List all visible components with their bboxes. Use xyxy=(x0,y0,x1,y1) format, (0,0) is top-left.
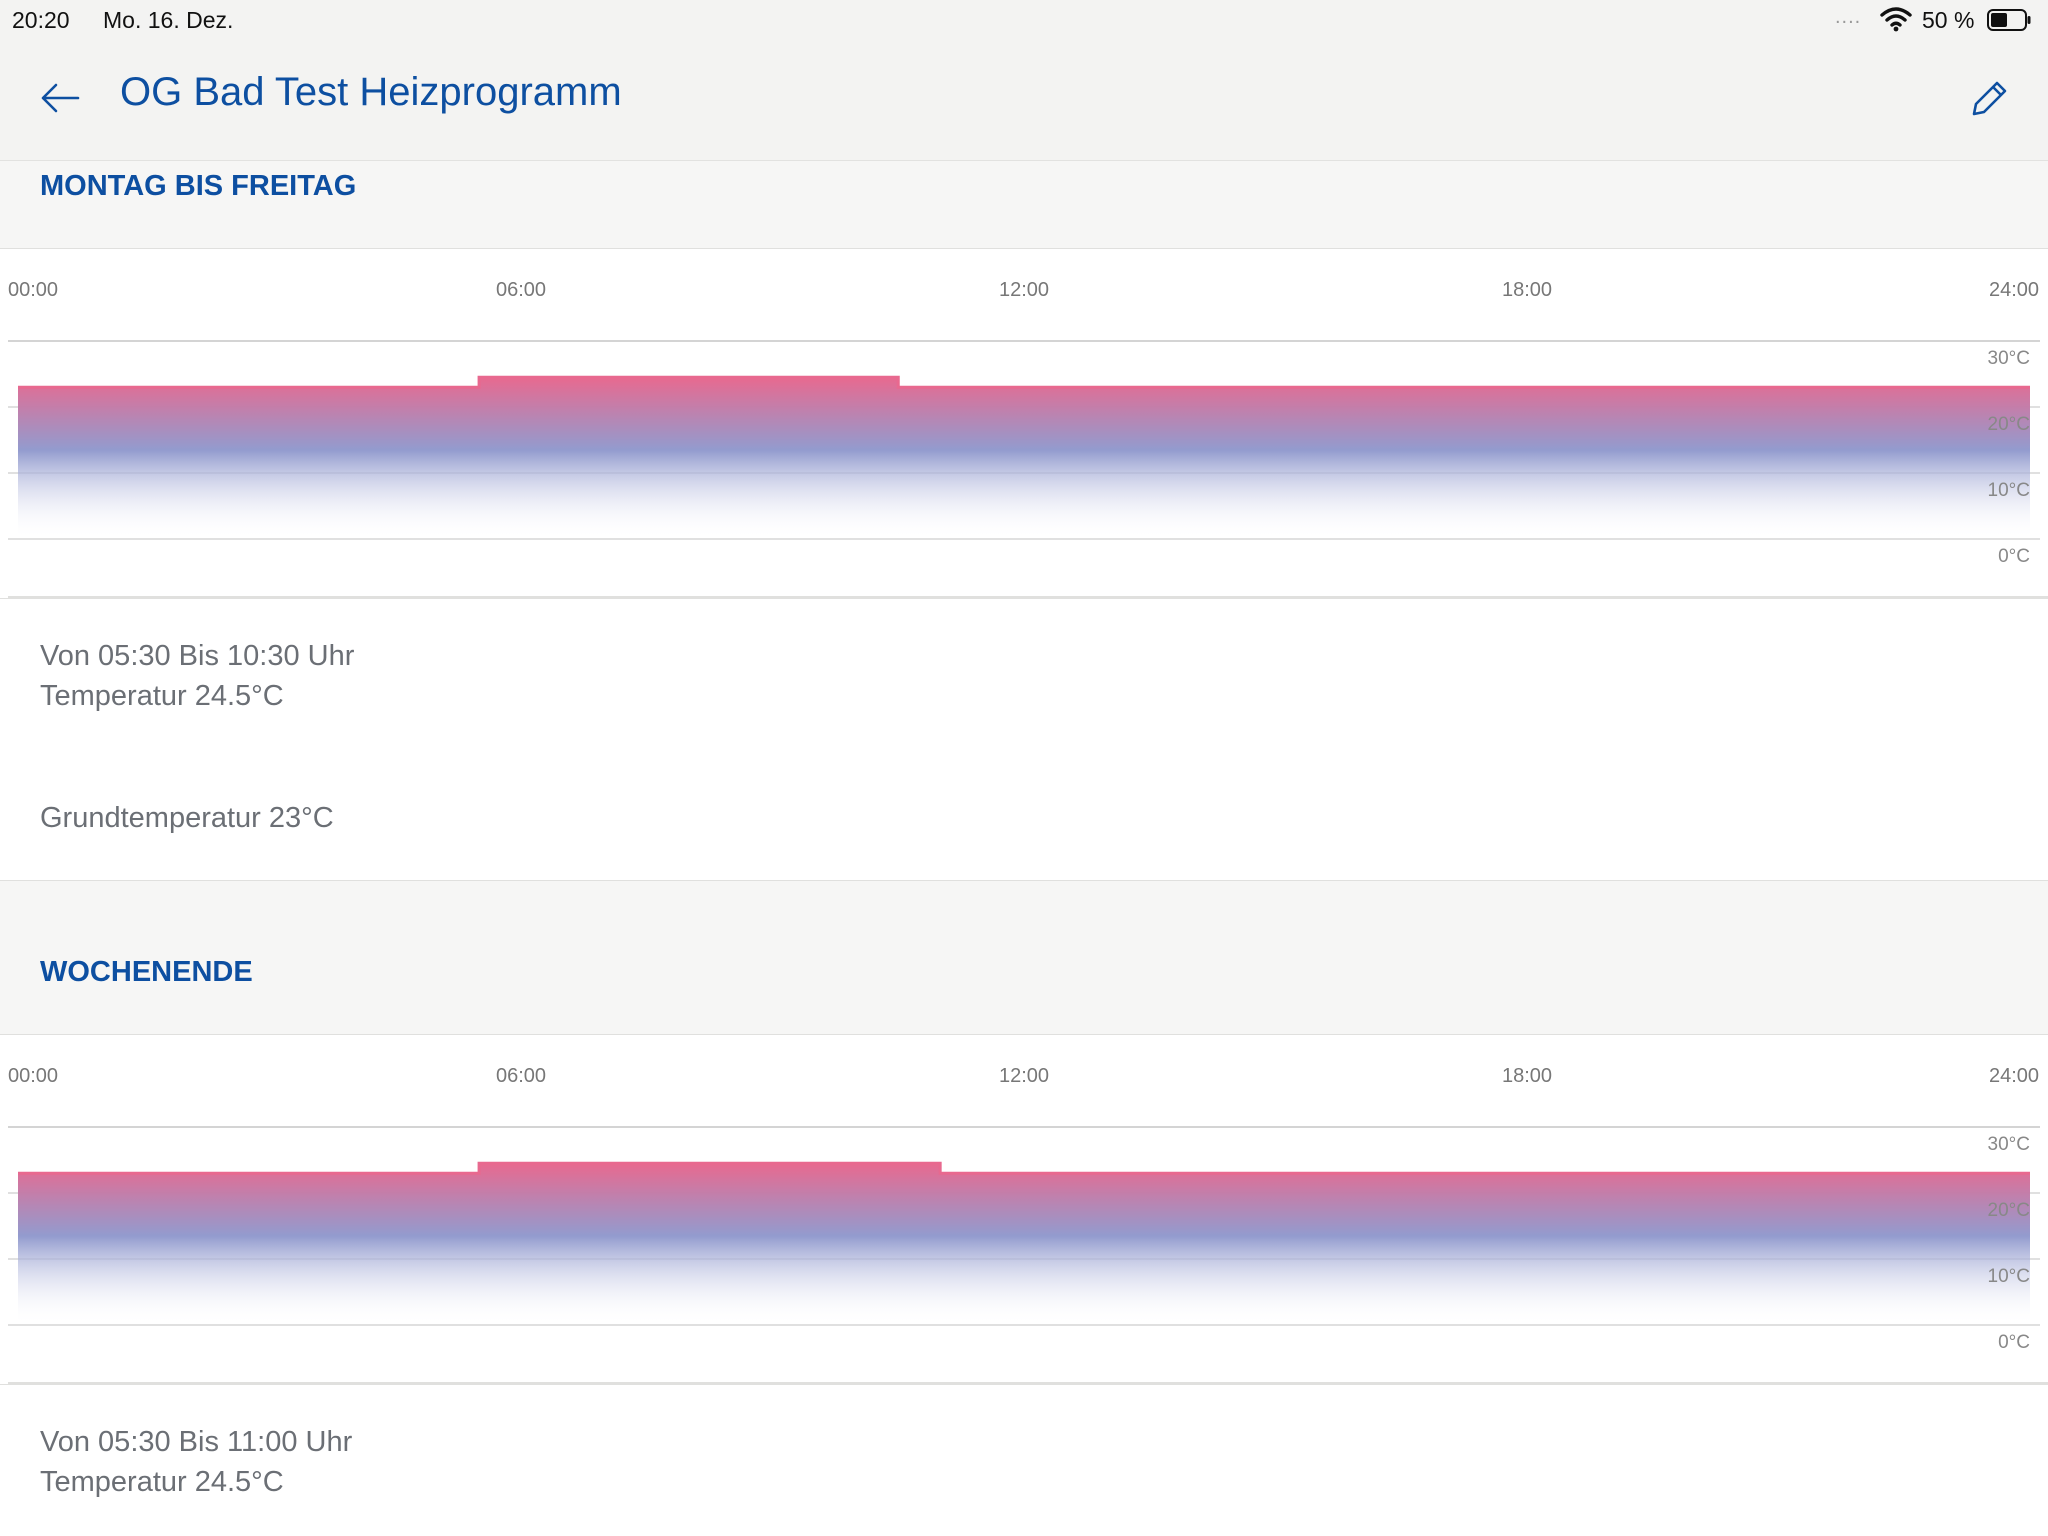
section-header-weekdays: MONTAG BIS FREITAG xyxy=(0,161,2048,249)
page-title: OG Bad Test Heizprogramm xyxy=(120,70,622,114)
chart-svg: 00:00 06:00 12:00 18:00 24:00 30°C 20°C 10°C 0°C xyxy=(8,279,2048,598)
x-tick-label: 00:00 xyxy=(8,279,58,301)
y-tick-label: 10°C xyxy=(1988,1266,2030,1287)
heating-period-entry[interactable]: Von 05:30 Bis 11:00 Uhr Temperatur 24.5°… xyxy=(0,1384,2048,1536)
section-title: MONTAG BIS FREITAG xyxy=(40,170,357,202)
x-tick-label: 12:00 xyxy=(999,279,1049,301)
x-tick-label: 06:00 xyxy=(496,279,546,301)
section-title: WOCHENENDE xyxy=(40,956,253,988)
temperature-line xyxy=(18,1161,2030,1175)
y-tick-label: 30°C xyxy=(1988,348,2030,369)
battery-icon xyxy=(1987,9,2031,31)
temperature-area xyxy=(18,1163,2030,1325)
temperature-area xyxy=(18,377,2030,539)
chart-svg: 00:00 06:00 12:00 18:00 24:00 30°C 20°C 10°C 0°C xyxy=(8,1065,2048,1384)
y-tick-label: 0°C xyxy=(1998,546,2030,567)
x-tick-label: 00:00 xyxy=(8,1065,58,1087)
period-time-range: Von 05:30 Bis 11:00 Uhr xyxy=(40,1426,353,1458)
x-tick-label: 24:00 xyxy=(1989,279,2039,301)
base-temperature: Grundtemperatur 23°C xyxy=(40,802,334,834)
y-tick-label: 0°C xyxy=(1998,1332,2030,1353)
period-time-range: Von 05:30 Bis 10:30 Uhr xyxy=(40,640,355,672)
y-tick-label: 10°C xyxy=(1988,480,2030,501)
screen: 20:20 Mo. 16. Dez. .... 50 % OG Bad Test… xyxy=(0,0,2048,1536)
navigation-bar: OG Bad Test Heizprogramm xyxy=(0,40,2048,161)
heating-period-entry[interactable]: Von 05:30 Bis 10:30 Uhr Temperatur 24.5°… xyxy=(0,598,2048,760)
battery-percentage: 50 % xyxy=(1922,7,1975,33)
wifi-icon xyxy=(1880,7,1912,32)
base-temperature-entry[interactable]: Grundtemperatur 23°C xyxy=(0,759,2048,881)
section-header-weekend: WOCHENENDE xyxy=(0,881,2048,1035)
status-time: 20:20 xyxy=(12,7,70,33)
status-date: Mo. 16. Dez. xyxy=(103,7,234,33)
edit-pencil-icon[interactable] xyxy=(1966,74,2010,122)
back-arrow-icon[interactable] xyxy=(38,78,82,118)
x-tick-label: 12:00 xyxy=(999,1065,1049,1087)
y-tick-label: 20°C xyxy=(1988,414,2030,435)
period-temperature: Temperatur 24.5°C xyxy=(40,1466,284,1498)
x-tick-label: 06:00 xyxy=(496,1065,546,1087)
cellular-signal-icon: .... xyxy=(1835,6,1862,28)
temperature-line xyxy=(18,375,2030,389)
y-tick-label: 30°C xyxy=(1988,1134,2030,1155)
x-tick-label: 18:00 xyxy=(1502,1065,1552,1087)
y-tick-label: 20°C xyxy=(1988,1200,2030,1221)
schedule-chart-weekend: 00:00 06:00 12:00 18:00 24:00 30°C 20°C 10°C 0°C xyxy=(0,1035,2048,1385)
period-temperature: Temperatur 24.5°C xyxy=(40,680,284,712)
x-tick-label: 24:00 xyxy=(1989,1065,2039,1087)
x-tick-label: 18:00 xyxy=(1502,279,1552,301)
status-bar: 20:20 Mo. 16. Dez. .... 50 % xyxy=(0,0,2048,40)
schedule-chart-weekdays: 00:00 06:00 12:00 18:00 24:00 30°C 20°C 10°C 0°C xyxy=(0,249,2048,599)
